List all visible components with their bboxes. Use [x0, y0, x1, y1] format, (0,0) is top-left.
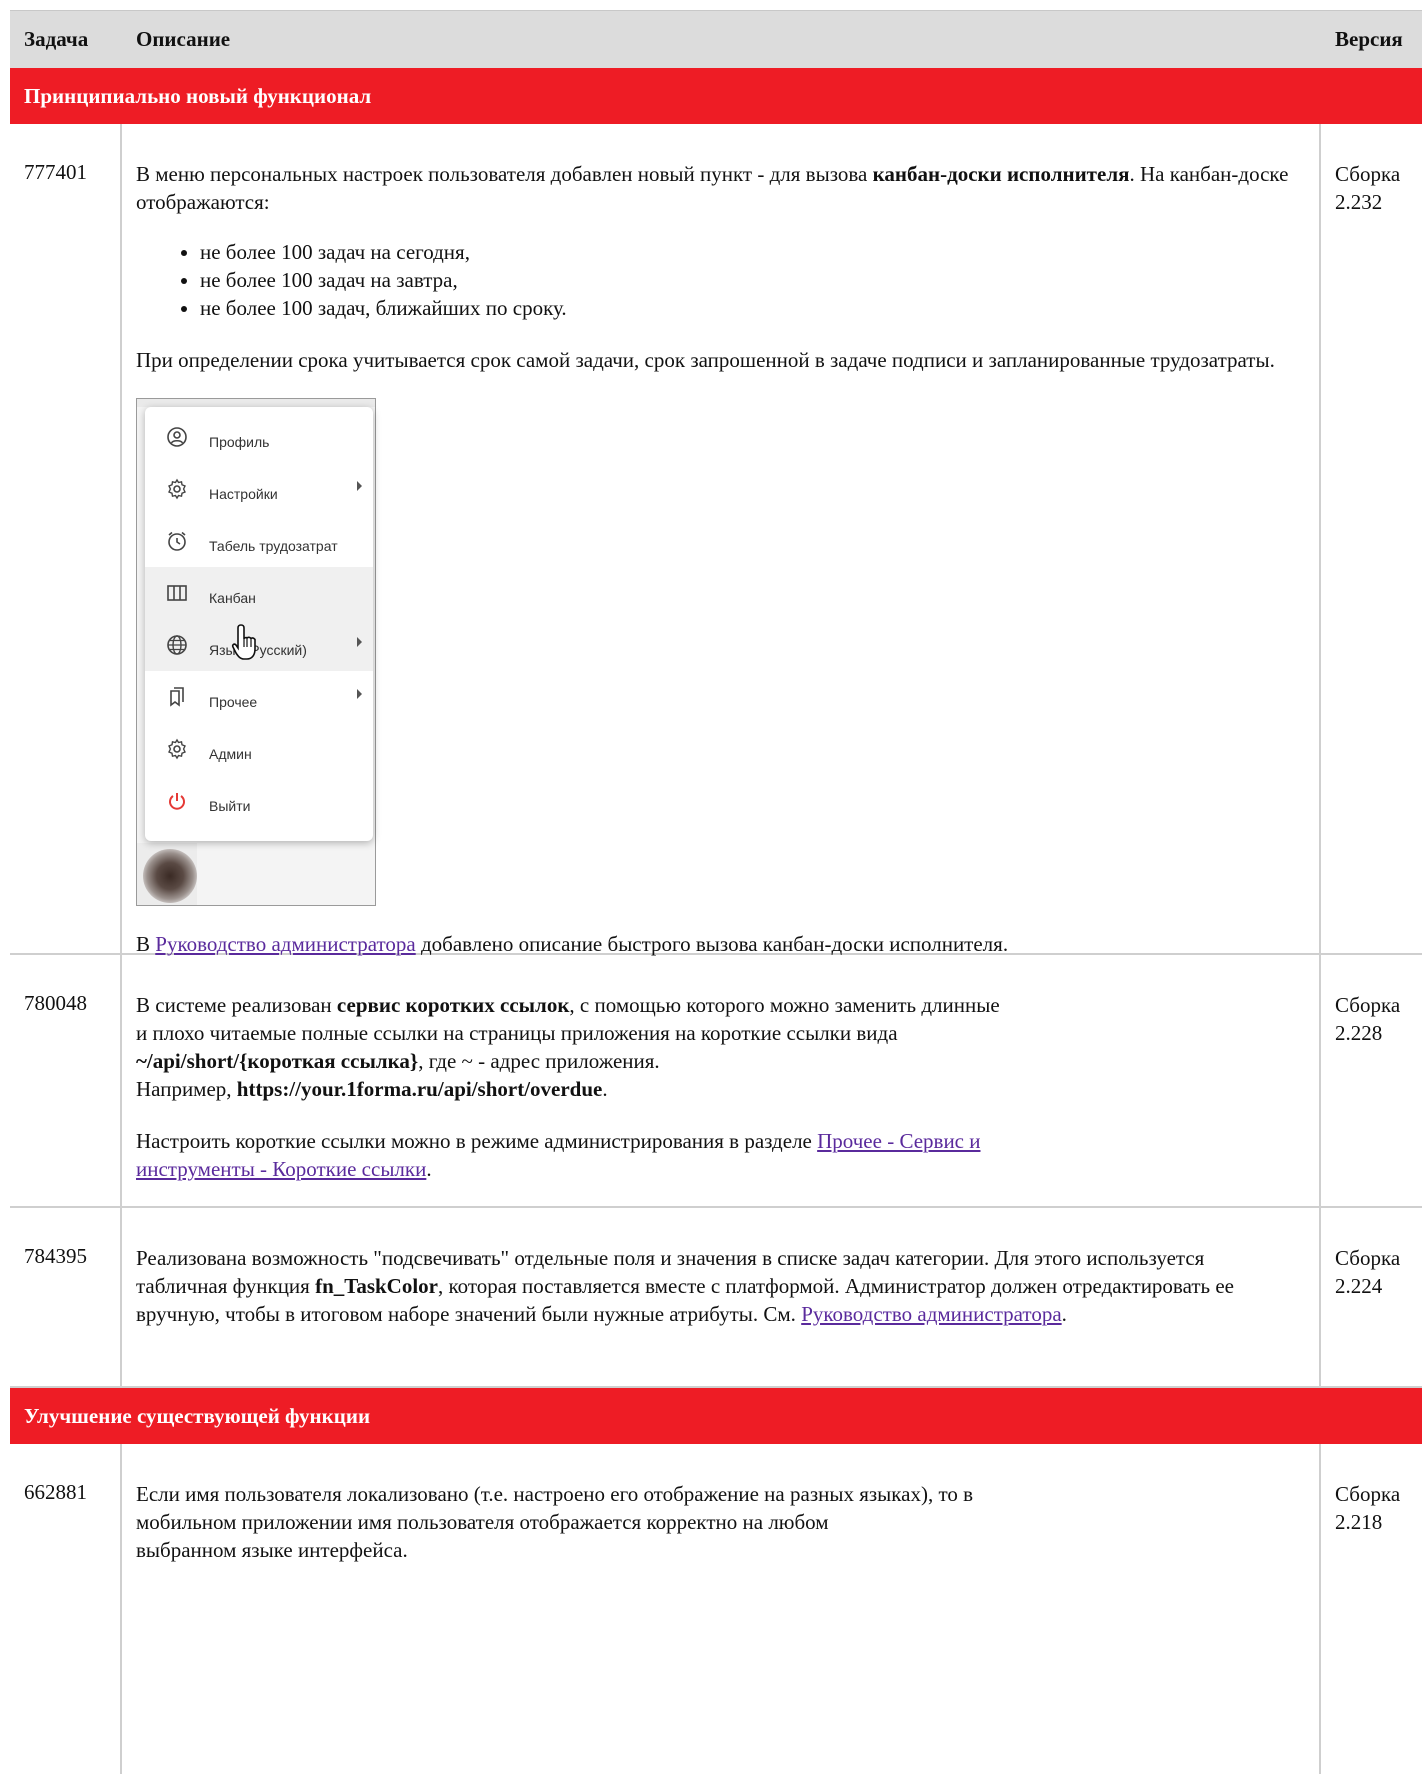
table-header: Задача Описание Версия [10, 10, 1422, 68]
release-notes-page: Задача Описание Версия Принципиально нов… [0, 0, 1422, 1774]
avatar [143, 849, 197, 903]
table-row: 784395 Реализована возможность "подсвечи… [10, 1208, 1422, 1388]
task-description: Реализована возможность "подсвечивать" о… [120, 1208, 1319, 1386]
section-header: Принципиально новый функционал [10, 68, 1422, 124]
power-icon [169, 793, 185, 810]
menu-item-logout[interactable]: Выйти [145, 775, 373, 827]
description-line: выбранном языке интерфейса. [136, 1538, 408, 1562]
task-description: В меню персональных настроек пользовател… [120, 124, 1319, 956]
user-menu: Профиль Настройки Табель трудозатрат Кан… [145, 407, 373, 841]
chevron-right-icon [357, 481, 362, 491]
table-row: 662881 Если имя пользователя локализован… [10, 1444, 1422, 1774]
header-version: Версия [1335, 27, 1403, 51]
gear-icon [168, 738, 186, 760]
task-id: 662881 [24, 1480, 87, 1504]
menu-item-label: Табель трудозатрат [209, 538, 338, 554]
description-line: ~/api/short/{короткая ссылка}, где ~ - а… [136, 1049, 660, 1073]
description-line: Если имя пользователя локализовано (т.е.… [136, 1482, 974, 1506]
section-header: Улучшение существующей функции [10, 1388, 1422, 1444]
description-line: и плохо читаемые полные ссылки на страни… [136, 1021, 898, 1045]
menu-item-label: Настройки [209, 486, 278, 502]
menu-item-label: Канбан [209, 590, 256, 606]
menu-item-admin[interactable]: Админ [145, 723, 373, 775]
list-item: не более 100 задач на завтра, [200, 266, 1305, 294]
version-cell: Сборка 2.228 [1319, 955, 1422, 1206]
description-paragraph: Настроить короткие ссылки можно в режиме… [136, 1129, 981, 1181]
admin-guide-link[interactable]: Руководство администратора [155, 932, 415, 956]
menu-item-label: Админ [209, 746, 252, 762]
hand-cursor-icon [231, 624, 256, 660]
table-row: 777401 В меню персональных настроек поль… [10, 124, 1422, 956]
menu-item-kanban[interactable]: Канбан [145, 567, 373, 619]
menu-item-profile[interactable]: Профиль [145, 411, 373, 463]
menu-item-label: Выйти [209, 798, 251, 814]
admin-guide-link[interactable]: Руководство администратора [801, 1302, 1061, 1326]
description-line: мобильном приложении имя пользователя от… [136, 1510, 829, 1534]
table-row: 780048 В системе реализован сервис корот… [10, 955, 1422, 1208]
alarm-clock-icon [168, 531, 186, 551]
task-id: 780048 [24, 991, 87, 1015]
menu-screenshot: Профиль Настройки Табель трудозатрат Кан… [136, 398, 376, 906]
chevron-right-icon [357, 637, 362, 647]
menu-item-timesheet[interactable]: Табель трудозатрат [145, 515, 373, 567]
description-paragraph: В Руководство администратора добавлено о… [136, 932, 1009, 956]
description-paragraph: В меню персональных настроек пользовател… [136, 162, 1289, 214]
version-cell: Сборка 2.224 [1319, 1208, 1422, 1386]
task-description: В системе реализован сервис коротких ссы… [120, 955, 1319, 1206]
section-title: Улучшение существующей функции [24, 1404, 371, 1428]
menu-item-label: Профиль [209, 434, 270, 450]
menu-item-other[interactable]: Прочее [145, 671, 373, 723]
chevron-right-icon [357, 689, 362, 699]
list-item: не более 100 задач на сегодня, [200, 238, 1305, 266]
kanban-icon [167, 585, 187, 601]
bookmarks-icon [170, 687, 184, 707]
task-description: Если имя пользователя локализовано (т.е.… [120, 1444, 1319, 1774]
version-cell: Сборка 2.232 [1319, 124, 1422, 953]
list-item: не более 100 задач, ближайших по сроку. [200, 294, 1305, 322]
globe-icon [167, 635, 187, 655]
menu-item-label: Прочее [209, 694, 258, 710]
section-title: Принципиально новый функционал [24, 84, 372, 108]
menu-item-settings[interactable]: Настройки [145, 463, 373, 515]
version-cell: Сборка 2.218 [1319, 1444, 1422, 1774]
header-task: Задача [24, 27, 89, 51]
task-id: 777401 [24, 160, 87, 184]
header-description: Описание [136, 27, 231, 51]
gear-icon [168, 478, 186, 500]
description-line: Например, https://your.1forma.ru/api/sho… [136, 1077, 608, 1101]
description-line: В системе реализован сервис коротких ссы… [136, 993, 1000, 1017]
profile-icon [167, 427, 187, 447]
description-paragraph: При определении срока учитывается срок с… [136, 348, 1275, 372]
kanban-bullet-list: не более 100 задач на сегодня, не более … [136, 238, 1305, 322]
description-paragraph: Реализована возможность "подсвечивать" о… [136, 1246, 1234, 1326]
task-id: 784395 [24, 1244, 87, 1268]
